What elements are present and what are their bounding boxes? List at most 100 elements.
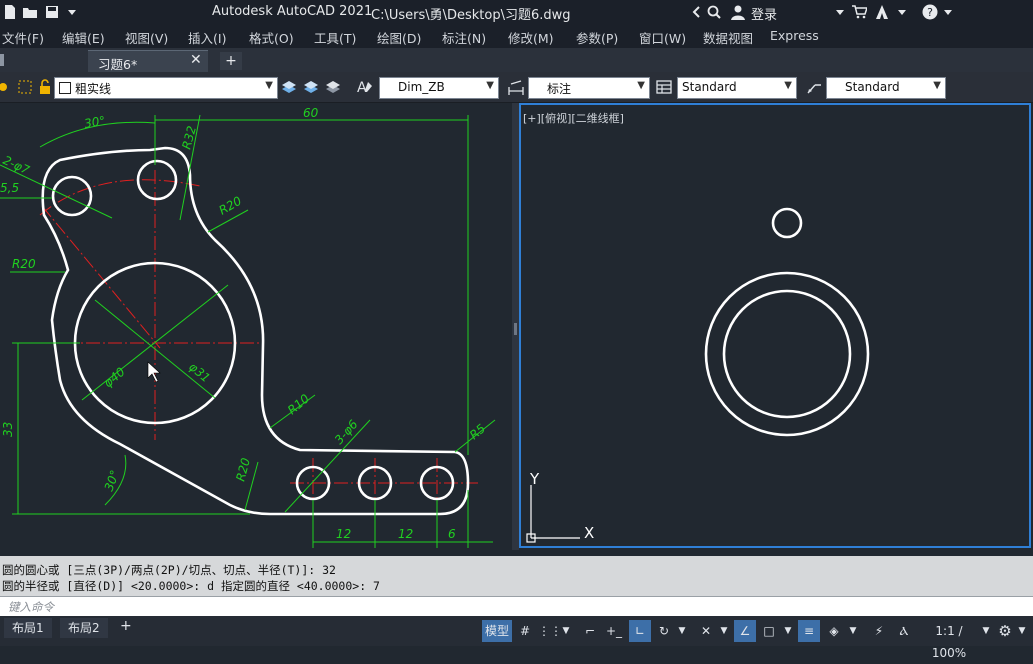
dim-text-2phi7: 2-φ7	[1, 153, 32, 177]
new-file-icon[interactable]	[2, 4, 18, 20]
table-style-icon[interactable]	[655, 79, 673, 95]
cart-icon[interactable]	[851, 4, 867, 20]
dim-text-30-top: 30°	[83, 113, 106, 130]
chevron-down-icon[interactable]	[64, 4, 80, 20]
selection-cycling-icon[interactable]: ◈	[823, 620, 845, 642]
infer-constraints-icon[interactable]: ⌐	[580, 620, 600, 642]
ortho-icon[interactable]: ∟	[629, 620, 651, 642]
chevron-down-icon[interactable]: ▼	[847, 620, 859, 642]
menu-dataview[interactable]: 数据视图	[703, 28, 753, 47]
multileader-style-value: Standard	[845, 80, 900, 94]
dim-text-3phi6: 3-φ6	[332, 417, 361, 447]
annotation-autoscale-icon[interactable]: Ⲁ	[893, 620, 915, 642]
dimension-texts: 60 30° R32 2-φ7 5,5 R20 R20 φ40 φ31 33 R…	[0, 106, 488, 541]
leader-3phi6	[284, 419, 371, 513]
chevron-down-icon[interactable]: ▼	[718, 620, 730, 642]
chevron-down-icon: ▼	[637, 80, 645, 91]
chevron-down-icon[interactable]: ▼	[782, 620, 794, 642]
dim-text-r5: R5	[467, 421, 488, 442]
text-style-dropdown[interactable]: Dim_ZB ▼	[379, 77, 499, 99]
chevron-down-icon[interactable]	[940, 4, 956, 20]
model-viewport-right[interactable]: [+][俯视][二维线框] Y X	[519, 103, 1031, 548]
menu-view[interactable]: 视图(V)	[125, 28, 168, 47]
menu-tools[interactable]: 工具(T)	[314, 28, 356, 47]
snap-icon[interactable]: ⋮⋮	[538, 620, 562, 642]
command-history-line-1: 圆的圆心或 [三点(3P)/两点(2P)/切点、切点、半径(T)]: 32	[2, 563, 336, 577]
text-style-icon[interactable]: A	[356, 79, 374, 95]
chevron-down-icon: ▼	[933, 80, 941, 91]
status-bar: 布局1 布局2 + 模型 # ⋮⋮ ▼ ⌐ +_ ∟ ↻ ▼ ✕ ▼ ∠ □ ▼…	[0, 616, 1033, 660]
command-history: 圆的圆心或 [三点(3P)/两点(2P)/切点、切点、半径(T)]: 32 圆的…	[0, 556, 1033, 596]
model-space-button[interactable]: 模型	[482, 620, 512, 642]
layer-state-icon[interactable]	[302, 79, 320, 95]
menu-parametric[interactable]: 参数(P)	[576, 28, 618, 47]
tab-overflow-indicator	[0, 54, 4, 66]
menu-express[interactable]: Express	[770, 28, 819, 43]
add-layout-button[interactable]: +	[120, 618, 132, 634]
tab-document[interactable]: 习题6* ✕	[88, 50, 208, 73]
user-icon[interactable]	[730, 4, 746, 20]
drawing-canvas[interactable]: 60 30° R32 2-φ7 5,5 R20 R20 φ40 φ31 33 R…	[0, 103, 512, 550]
svg-text:?: ?	[927, 6, 933, 19]
autodesk-a360-icon[interactable]	[874, 4, 890, 20]
menu-window[interactable]: 窗口(W)	[639, 28, 686, 47]
gear-icon[interactable]: ⚙	[995, 620, 1015, 642]
dim-text-r32: R32	[179, 124, 199, 150]
help-icon[interactable]: ?	[922, 4, 938, 20]
multileader-style-icon[interactable]	[805, 79, 823, 95]
menu-dimension[interactable]: 标注(N)	[442, 28, 486, 47]
ucs-x-label: X	[584, 524, 594, 542]
search-icon[interactable]	[706, 4, 722, 20]
sun-icon[interactable]	[0, 79, 12, 95]
centerlines	[39, 170, 478, 508]
grid-icon[interactable]: #	[515, 620, 535, 642]
menu-file[interactable]: 文件(F)	[2, 28, 44, 47]
chevron-down-icon[interactable]: ▼	[980, 620, 992, 642]
dim-style-dropdown[interactable]: 标注 ▼	[528, 77, 650, 99]
object-snap-icon[interactable]: □	[759, 620, 779, 642]
multileader-style-dropdown[interactable]: Standard ▼	[826, 77, 946, 99]
menu-edit[interactable]: 编辑(E)	[62, 28, 105, 47]
chevron-down-icon[interactable]	[894, 4, 910, 20]
command-input[interactable]: 键入命令	[0, 596, 1033, 617]
menu-insert[interactable]: 插入(I)	[188, 28, 226, 47]
close-icon[interactable]: ✕	[190, 52, 202, 68]
table-style-dropdown[interactable]: Standard ▼	[677, 77, 797, 99]
menu-format[interactable]: 格式(O)	[249, 28, 294, 47]
layer-previous-icon[interactable]	[324, 79, 342, 95]
model-viewport-left[interactable]: 60 30° R32 2-φ7 5,5 R20 R20 φ40 φ31 33 R…	[0, 103, 512, 550]
chevron-down-icon[interactable]: ▼	[676, 620, 688, 642]
lineweight-icon[interactable]: ≡	[798, 620, 820, 642]
menu-modify[interactable]: 修改(M)	[508, 28, 554, 47]
open-folder-icon[interactable]	[22, 4, 38, 20]
isometric-icon[interactable]: ✕	[696, 620, 716, 642]
menu-draw[interactable]: 绘图(D)	[377, 28, 421, 47]
tab-layout1[interactable]: 布局1	[4, 618, 52, 638]
mouse-cursor-icon	[147, 361, 161, 383]
dynamic-input-icon[interactable]: +_	[603, 620, 625, 642]
annotation-scale[interactable]: 1:1 / 100%	[918, 620, 980, 660]
tab-layout2[interactable]: 布局2	[60, 618, 108, 638]
chevron-down-icon: ▼	[265, 80, 273, 91]
freeze-icon[interactable]	[16, 79, 34, 95]
dim-text-12a: 12	[336, 527, 351, 541]
save-icon[interactable]	[44, 4, 60, 20]
command-history-line-2: 圆的半径或 [直径(D)] <20.0000>: d 指定圆的直径 <40.00…	[2, 579, 380, 593]
object-snap-tracking-icon[interactable]: ∠	[734, 620, 756, 642]
layer-dropdown[interactable]: 粗实线 ▼	[54, 77, 278, 99]
right-drawing-canvas[interactable]: Y X	[521, 105, 1029, 546]
layer-manager-icon[interactable]	[280, 79, 298, 95]
annotation-visibility-icon[interactable]: ⚡	[868, 620, 890, 642]
outer-circle	[704, 271, 870, 437]
chevron-down-icon[interactable]	[832, 4, 848, 20]
viewport-splitter[interactable]	[512, 103, 519, 550]
chevron-down-icon[interactable]: ▼	[560, 620, 572, 642]
login-button[interactable]: 登录	[751, 4, 777, 23]
polar-tracking-icon[interactable]: ↻	[654, 620, 674, 642]
dim-text-r20-left: R20	[12, 257, 36, 271]
new-tab-button[interactable]: +	[220, 52, 242, 70]
chevron-down-icon[interactable]: ▼	[1016, 620, 1028, 642]
dim-style-icon[interactable]	[507, 79, 525, 95]
lock-icon[interactable]	[36, 79, 54, 95]
search-arrow-icon[interactable]	[689, 4, 705, 20]
